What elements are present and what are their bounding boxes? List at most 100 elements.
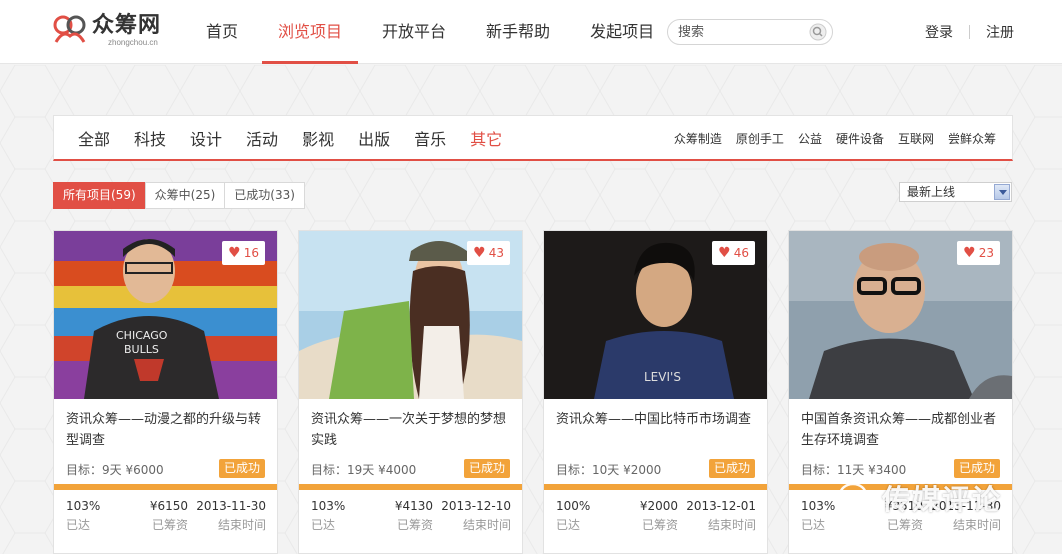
subcategory-list: 众筹制造 原创手工 公益 硬件设备 互联网 尝鲜众筹 [660, 116, 996, 160]
chevron-down-icon[interactable] [994, 184, 1010, 200]
subcategory-item[interactable]: 公益 [798, 130, 822, 147]
tab-in-progress[interactable]: 众筹中(25) [144, 182, 226, 209]
subcategory-item[interactable]: 众筹制造 [674, 130, 722, 147]
percent-label: 已达 [66, 518, 91, 532]
auth-divider [969, 25, 970, 39]
stat-end-date: 2013-12-01 结束时间 [682, 499, 756, 533]
percent-value: 103% [311, 499, 346, 513]
search-box [667, 19, 833, 45]
search-icon[interactable] [809, 23, 827, 41]
project-title[interactable]: 资讯众筹——中国比特币市场调查 [556, 409, 756, 430]
like-counter[interactable]: ♥ 23 [957, 241, 1000, 265]
project-card[interactable]: LEVI'S ♥ 46 资讯众筹——中国比特币市场调查 目标：10天 ¥2000… [543, 230, 768, 554]
nav-home[interactable]: 首页 [190, 0, 254, 64]
category-publishing[interactable]: 出版 [358, 126, 390, 150]
tab-all-projects[interactable]: 所有项目(59) [53, 182, 146, 209]
category-all[interactable]: 全部 [78, 126, 110, 150]
svg-text:CHICAGO: CHICAGO [116, 329, 168, 342]
end-date-value: 2013-12-01 [686, 499, 756, 513]
subcategory-item[interactable]: 原创手工 [736, 130, 784, 147]
stat-percent: 103% 已达 [66, 499, 100, 533]
status-badge: 已成功 [463, 459, 510, 478]
project-goal: 目标：19天 ¥4000 [311, 463, 417, 477]
project-image[interactable]: ♥ 43 [299, 231, 522, 399]
project-image[interactable]: LEVI'S ♥ 46 [544, 231, 767, 399]
category-bar: 全部 科技 设计 活动 影视 出版 音乐 其它 众筹制造 原创手工 公益 硬件设… [53, 115, 1013, 161]
site-header: 众筹网 zhongchou.cn 首页 浏览项目 开放平台 新手帮助 发起项目 … [0, 0, 1062, 64]
project-goal: 目标：11天 ¥3400 [801, 463, 907, 477]
subcategory-item[interactable]: 硬件设备 [836, 130, 884, 147]
stat-raised: ¥4130 已筹资 [377, 499, 433, 533]
stat-percent: 103% 已达 [801, 499, 835, 533]
watermark-text: 传媒评论 [882, 483, 1003, 516]
project-card[interactable]: CHICAGO BULLS ♥ 16 资讯众筹——动漫之都的升级与转型调查 目标… [53, 230, 278, 554]
raised-label: 已筹资 [151, 518, 188, 532]
category-music[interactable]: 音乐 [414, 126, 446, 150]
like-counter[interactable]: ♥ 16 [222, 241, 265, 265]
end-date-label: 结束时间 [952, 518, 1001, 532]
logo-domain: zhongchou.cn [108, 38, 158, 47]
percent-value: 103% [801, 499, 836, 513]
like-count: 46 [733, 246, 749, 260]
category-film[interactable]: 影视 [302, 126, 334, 150]
raised-value: ¥2000 [639, 499, 678, 513]
progress-bar [544, 484, 767, 490]
like-count: 43 [488, 246, 504, 260]
login-link[interactable]: 登录 [925, 22, 953, 42]
percent-label: 已达 [311, 518, 336, 532]
stat-raised: ¥6150 已筹资 [132, 499, 188, 533]
project-stats: 103% 已达 ¥6150 已筹资 2013-11-30 结束时间 [66, 499, 266, 539]
tab-succeeded[interactable]: 已成功(33) [224, 182, 305, 209]
progress-bar [299, 484, 522, 490]
project-card[interactable]: ♥ 43 资讯众筹——一次关于梦想的梦想实践 目标：19天 ¥4000 已成功 … [298, 230, 523, 554]
project-goal: 目标：9天 ¥6000 [66, 463, 164, 477]
svg-text:BULLS: BULLS [124, 343, 159, 356]
logo-icon [53, 15, 86, 43]
project-title[interactable]: 资讯众筹——动漫之都的升级与转型调查 [66, 409, 266, 451]
like-counter[interactable]: ♥ 43 [467, 241, 510, 265]
stat-percent: 100% 已达 [556, 499, 590, 533]
category-event[interactable]: 活动 [246, 126, 278, 150]
progress-bar [54, 484, 277, 490]
search-input[interactable] [668, 20, 798, 44]
sort-selected-value: 最新上线 [907, 185, 956, 199]
project-image[interactable]: ♥ 23 [789, 231, 1012, 399]
project-stats: 103% 已达 ¥4130 已筹资 2013-12-10 结束时间 [311, 499, 511, 539]
stat-percent: 103% 已达 [311, 499, 345, 533]
category-design[interactable]: 设计 [190, 126, 222, 150]
end-date-label: 结束时间 [462, 518, 511, 532]
nav-start-project[interactable]: 发起项目 [574, 0, 670, 64]
category-tech[interactable]: 科技 [134, 126, 166, 150]
subcategory-item[interactable]: 尝鲜众筹 [948, 130, 996, 147]
nav-open-platform[interactable]: 开放平台 [366, 0, 462, 64]
end-date-value: 2013-12-10 [441, 499, 511, 513]
like-count: 23 [978, 246, 994, 260]
like-counter[interactable]: ♥ 46 [712, 241, 755, 265]
percent-label: 已达 [801, 518, 826, 532]
end-date-value: 2013-11-30 [196, 499, 266, 513]
project-image[interactable]: CHICAGO BULLS ♥ 16 [54, 231, 277, 399]
percent-label: 已达 [556, 518, 581, 532]
raised-label: 已筹资 [396, 518, 433, 532]
project-title[interactable]: 中国首条资讯众筹——成都创业者生存环境调查 [801, 409, 1001, 451]
logo-name: 众筹网 [92, 13, 162, 38]
status-badge: 已成功 [218, 459, 265, 478]
wechat-icon [838, 482, 876, 512]
raised-value: ¥6150 [149, 499, 188, 513]
end-date-label: 结束时间 [217, 518, 266, 532]
end-date-label: 结束时间 [707, 518, 756, 532]
heart-icon: ♥ [473, 245, 486, 261]
raised-label: 已筹资 [641, 518, 678, 532]
auth-links: 登录 注册 [925, 22, 1014, 42]
site-logo[interactable]: 众筹网 zhongchou.cn [52, 14, 161, 50]
nav-help[interactable]: 新手帮助 [470, 0, 566, 64]
project-stats: 100% 已达 ¥2000 已筹资 2013-12-01 结束时间 [556, 499, 756, 539]
register-link[interactable]: 注册 [986, 22, 1014, 42]
sort-select[interactable]: 最新上线 [899, 182, 1012, 202]
nav-browse[interactable]: 浏览项目 [262, 0, 359, 64]
project-goal: 目标：10天 ¥2000 [556, 463, 662, 477]
subcategory-item[interactable]: 互联网 [898, 130, 934, 147]
project-title[interactable]: 资讯众筹——一次关于梦想的梦想实践 [311, 409, 511, 451]
category-other[interactable]: 其它 [470, 126, 502, 150]
svg-text:LEVI'S: LEVI'S [644, 370, 681, 384]
